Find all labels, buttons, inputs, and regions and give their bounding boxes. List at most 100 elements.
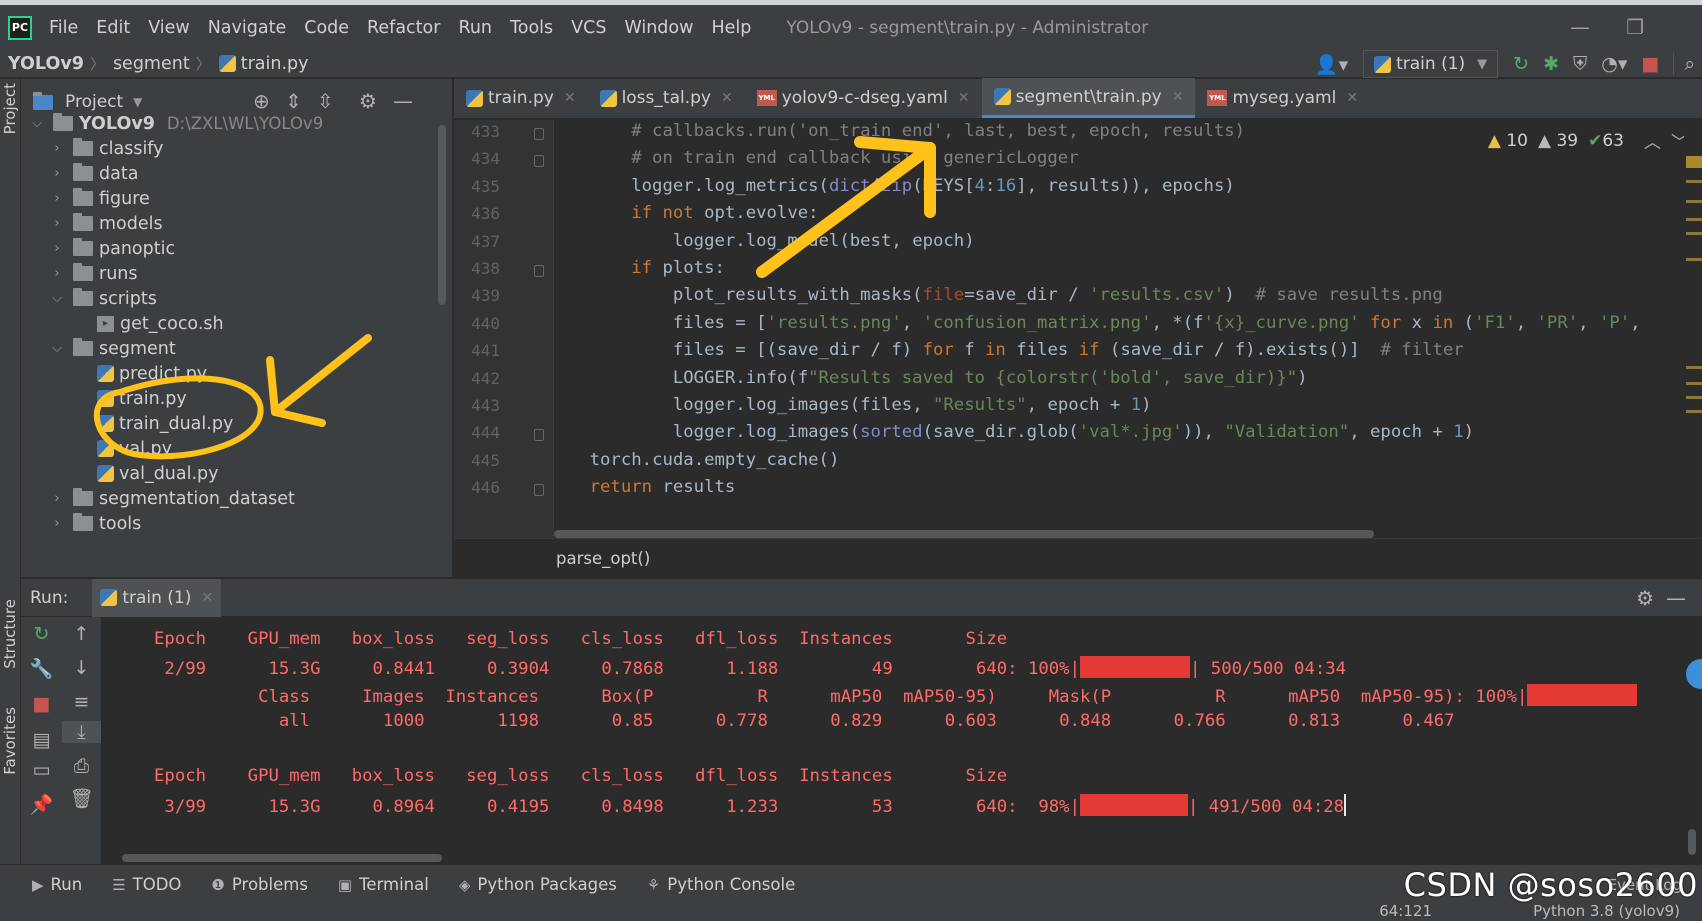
stripe-mark[interactable] bbox=[1686, 396, 1702, 399]
tab-loss-tal[interactable]: loss_tal.py ✕ bbox=[588, 78, 745, 118]
locate-icon[interactable]: ⊕ bbox=[253, 89, 270, 113]
cursor-position[interactable]: 64:121 bbox=[1379, 902, 1432, 920]
error-stripe[interactable] bbox=[1684, 120, 1702, 538]
restore-layout-icon[interactable]: ▭ bbox=[21, 759, 62, 781]
stripe-mark[interactable] bbox=[1686, 258, 1702, 261]
stop-icon[interactable]: ■ bbox=[21, 693, 62, 715]
tree-item-panoptic[interactable]: › panoptic bbox=[47, 236, 175, 261]
tree-item-classify[interactable]: › classify bbox=[47, 136, 164, 161]
stripe-mark[interactable] bbox=[1686, 180, 1702, 183]
stripe-mark[interactable] bbox=[1686, 232, 1702, 235]
code-line[interactable]: logger.log_metrics(dict(zip(KEYS[4:16], … bbox=[548, 176, 1235, 196]
close-icon[interactable]: ✕ bbox=[958, 90, 970, 106]
tree-item-segment[interactable]: ⌵ segment bbox=[47, 336, 176, 361]
bottom-tab-problems[interactable]: ❶ Problems bbox=[211, 875, 308, 894]
menu-refactor[interactable]: Refactor bbox=[358, 18, 449, 38]
fold-marker-icon[interactable] bbox=[534, 484, 544, 497]
rerun-icon[interactable]: ↻ bbox=[1513, 53, 1529, 75]
layout-icon[interactable]: ▤ bbox=[21, 729, 62, 751]
code-line[interactable]: logger.log_images(sorted(save_dir.glob('… bbox=[548, 422, 1474, 442]
chevron-down-icon[interactable]: ▼ bbox=[133, 95, 142, 109]
run-tab[interactable]: train (1) ✕ bbox=[92, 578, 222, 617]
project-tool-tab[interactable]: Project bbox=[1, 83, 19, 134]
code-line[interactable]: if not opt.evolve: bbox=[548, 203, 818, 223]
wrench-icon[interactable]: 🔧 bbox=[21, 657, 62, 680]
tree-item-predict[interactable]: predict.py bbox=[97, 361, 207, 386]
rerun-icon[interactable]: ↻ bbox=[21, 623, 62, 645]
code-line[interactable]: # callbacks.run('on_train_end', last, be… bbox=[548, 121, 1245, 141]
tab-myseg[interactable]: YML myseg.yaml ✕ bbox=[1195, 78, 1370, 118]
tree-item-tools[interactable]: › tools bbox=[47, 511, 141, 536]
menu-view[interactable]: View bbox=[139, 18, 199, 38]
tree-item-scripts[interactable]: ⌵ scripts bbox=[47, 286, 157, 311]
stripe-mark[interactable] bbox=[1686, 382, 1702, 385]
fold-marker-icon[interactable] bbox=[534, 128, 544, 140]
menu-window[interactable]: Window bbox=[615, 18, 702, 38]
pin-icon[interactable]: 📌 bbox=[21, 793, 62, 816]
bottom-tab-terminal[interactable]: ▣ Terminal bbox=[338, 875, 429, 894]
debug-icon[interactable]: ✱ bbox=[1543, 53, 1559, 75]
menu-run[interactable]: Run bbox=[449, 18, 501, 38]
bottom-tab-python-packages[interactable]: ◈ Python Packages bbox=[459, 875, 617, 894]
gear-icon[interactable]: ⚙ bbox=[1636, 586, 1654, 610]
tab-yolov9-c-dseg[interactable]: YML yolov9-c-dseg.yaml ✕ bbox=[745, 78, 982, 118]
expand-all-icon[interactable]: ⇕ bbox=[285, 89, 302, 113]
code-line[interactable]: logger.log_model(best, epoch) bbox=[548, 231, 975, 251]
tree-item-get-coco[interactable]: ▸ get_coco.sh bbox=[97, 311, 224, 336]
bottom-tab-python-console[interactable]: ⚘ Python Console bbox=[647, 875, 795, 894]
code-line[interactable]: torch.cuda.empty_cache() bbox=[548, 450, 840, 470]
tree-item-val-dual[interactable]: val_dual.py bbox=[97, 461, 219, 486]
print-icon[interactable]: ⎙ bbox=[62, 755, 101, 777]
menu-edit[interactable]: Edit bbox=[87, 18, 139, 38]
user-icon[interactable]: 👤▾ bbox=[1315, 53, 1348, 76]
fold-marker-icon[interactable] bbox=[534, 265, 544, 277]
bottom-tab-todo[interactable]: ☰ TODO bbox=[112, 875, 181, 894]
soft-wrap-icon[interactable]: ≡ bbox=[62, 691, 101, 713]
project-view-select[interactable]: Project bbox=[65, 92, 123, 112]
close-icon[interactable]: ✕ bbox=[564, 90, 576, 106]
project-scrollbar[interactable] bbox=[438, 125, 446, 305]
close-icon[interactable]: ✕ bbox=[201, 590, 213, 606]
tab-train[interactable]: train.py ✕ bbox=[454, 78, 588, 118]
bottom-tab-run[interactable]: ▶ Run bbox=[32, 875, 82, 894]
breadcrumb-project[interactable]: YOLOv9 bbox=[0, 54, 90, 74]
console-horizontal-scrollbar[interactable] bbox=[122, 854, 442, 862]
menu-vcs[interactable]: VCS bbox=[562, 18, 615, 38]
fold-marker-icon[interactable] bbox=[534, 429, 544, 442]
scrollbar-thumb[interactable] bbox=[554, 530, 1374, 538]
hide-icon[interactable]: — bbox=[1666, 586, 1686, 610]
tree-item-figure[interactable]: › figure bbox=[47, 186, 150, 211]
trash-icon[interactable]: 🗑 bbox=[62, 787, 101, 810]
code-line[interactable]: LOGGER.info(f"Results saved to {colorstr… bbox=[548, 368, 1308, 388]
menu-help[interactable]: Help bbox=[702, 18, 760, 38]
tab-segment-train[interactable]: segment\train.py ✕ bbox=[981, 78, 1196, 118]
stop-icon[interactable]: ■ bbox=[1641, 53, 1659, 75]
favorites-tool-tab[interactable]: Favorites bbox=[1, 707, 19, 775]
floating-indicator[interactable] bbox=[1686, 659, 1702, 689]
fold-marker-icon[interactable] bbox=[534, 155, 544, 168]
code-line[interactable]: files = ['results.png', 'confusion_matri… bbox=[548, 313, 1641, 333]
tree-item-runs[interactable]: › runs bbox=[47, 261, 138, 286]
chevron-up-icon[interactable]: ︿ bbox=[1644, 128, 1661, 153]
breadcrumb-folder[interactable]: segment bbox=[105, 54, 196, 74]
code-line[interactable]: files = [(save_dir / f) for f in files i… bbox=[548, 340, 1464, 360]
stripe-mark[interactable] bbox=[1686, 218, 1702, 221]
scroll-to-end-icon[interactable]: ⤓ bbox=[62, 721, 101, 743]
tree-item-data[interactable]: › data bbox=[47, 161, 138, 186]
arrow-up-icon[interactable]: ↑ bbox=[62, 623, 101, 645]
python-interpreter[interactable]: Python 3.8 (yolov9) bbox=[1533, 902, 1680, 920]
search-icon[interactable]: ⌕ bbox=[1673, 53, 1695, 75]
editor-breadcrumb[interactable]: parse_opt() bbox=[454, 538, 1702, 577]
hide-icon[interactable]: — bbox=[393, 89, 413, 113]
menu-tools[interactable]: Tools bbox=[501, 18, 562, 38]
coverage-icon[interactable]: ⛨ bbox=[1573, 53, 1587, 75]
close-icon[interactable]: ✕ bbox=[721, 90, 733, 106]
tree-item-segmentation-dataset[interactable]: › segmentation_dataset bbox=[47, 486, 295, 511]
run-console[interactable]: Epoch GPU_mem box_loss seg_loss cls_loss… bbox=[102, 617, 1702, 864]
inspection-widget[interactable]: ▲ 10 ▲ 39 ✔63 ︿ ﹀ bbox=[1488, 128, 1688, 154]
restore-icon[interactable]: ❐ bbox=[1626, 15, 1644, 39]
editor-horizontal-scrollbar[interactable] bbox=[554, 528, 1692, 538]
code-line[interactable]: if plots: bbox=[548, 258, 725, 278]
tree-item-val[interactable]: val.py bbox=[97, 436, 172, 461]
breadcrumb-file[interactable]: train.py bbox=[211, 54, 315, 74]
